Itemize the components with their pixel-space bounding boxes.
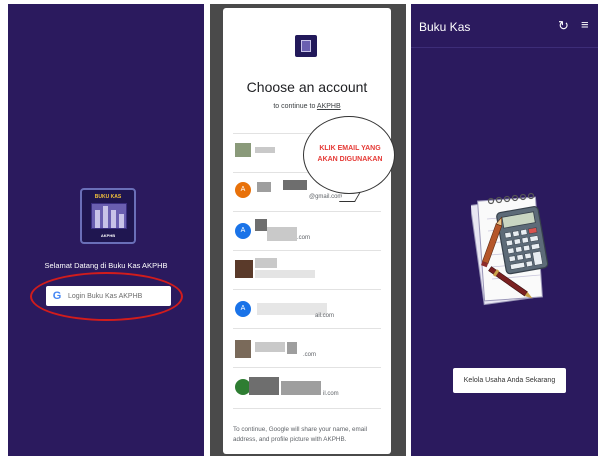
email-suffix: .com bbox=[303, 352, 317, 358]
blurred-name bbox=[255, 342, 285, 352]
app-bar: Buku Kas ↻ ≡ bbox=[411, 4, 598, 48]
consent-text: To continue, Google will share your name… bbox=[233, 426, 368, 443]
divider bbox=[233, 250, 381, 251]
avatar: A bbox=[235, 301, 251, 317]
subtitle-prefix: to continue to bbox=[273, 103, 317, 110]
app-title: Buku Kas bbox=[419, 20, 471, 34]
home-screen: Buku Kas ↻ ≡ Kelola Usaha Anda Sekarang bbox=[411, 4, 598, 456]
chooser-title: Choose an account bbox=[246, 79, 368, 95]
app-logo: BUKU KAS AKPHB bbox=[80, 188, 136, 244]
divider bbox=[233, 289, 381, 290]
logo-title: BUKU KAS bbox=[94, 194, 122, 200]
logo-building-icon bbox=[91, 203, 127, 229]
account-row[interactable]: A .com bbox=[233, 211, 381, 241]
welcome-text: Selamat Datang di Buku Kas AKPHB bbox=[44, 261, 168, 270]
email-suffix: @gmail.com bbox=[309, 194, 343, 200]
blurred-name bbox=[249, 377, 279, 395]
blurred-name bbox=[255, 219, 267, 231]
account-chooser-screen: Choose an account to continue to AKPHB A… bbox=[210, 4, 406, 456]
blurred-email bbox=[267, 227, 297, 241]
avatar bbox=[235, 143, 251, 157]
manage-business-button[interactable]: Kelola Usaha Anda Sekarang bbox=[453, 368, 566, 393]
blurred-name bbox=[283, 180, 307, 190]
avatar bbox=[235, 260, 253, 278]
account-row[interactable]: .com bbox=[233, 328, 381, 358]
avatar bbox=[235, 340, 251, 358]
account-row[interactable]: il.com bbox=[233, 367, 381, 397]
divider bbox=[233, 328, 381, 329]
email-suffix: .com bbox=[297, 235, 311, 241]
divider bbox=[233, 408, 381, 409]
avatar: A bbox=[235, 223, 251, 239]
blurred-email bbox=[255, 270, 315, 278]
app-icon bbox=[295, 35, 317, 57]
avatar: A bbox=[235, 182, 251, 198]
blurred-name bbox=[287, 342, 297, 354]
email-suffix: ail.com bbox=[315, 313, 335, 319]
divider bbox=[233, 367, 381, 368]
callout-bubble: KLIK EMAIL YANG AKAN DIGUNAKAN bbox=[303, 116, 395, 194]
blurred-email bbox=[255, 147, 275, 153]
menu-icon[interactable]: ≡ bbox=[581, 17, 589, 32]
divider bbox=[233, 211, 381, 212]
blurred-email bbox=[281, 381, 321, 395]
blurred-name bbox=[257, 182, 271, 192]
chooser-subtitle: to continue to AKPHB bbox=[223, 103, 391, 110]
callout-text: KLIK EMAIL YANG AKAN DIGUNAKAN bbox=[317, 145, 383, 163]
account-chooser-sheet: Choose an account to continue to AKPHB A… bbox=[223, 8, 395, 454]
email-suffix: il.com bbox=[323, 391, 339, 397]
account-list-end bbox=[233, 408, 381, 409]
subtitle-app-link[interactable]: AKPHB bbox=[317, 103, 341, 110]
account-row[interactable] bbox=[233, 250, 381, 278]
blurred-name bbox=[255, 258, 277, 268]
sync-icon[interactable]: ↻ bbox=[558, 18, 569, 34]
login-screen: BUKU KAS AKPHB Selamat Datang di Buku Ka… bbox=[8, 4, 204, 456]
account-row[interactable]: A ail.com bbox=[233, 289, 381, 319]
highlight-ellipse bbox=[30, 272, 183, 321]
calculator-notebook-icon bbox=[471, 192, 549, 306]
logo-name: AKPHB bbox=[100, 233, 116, 238]
